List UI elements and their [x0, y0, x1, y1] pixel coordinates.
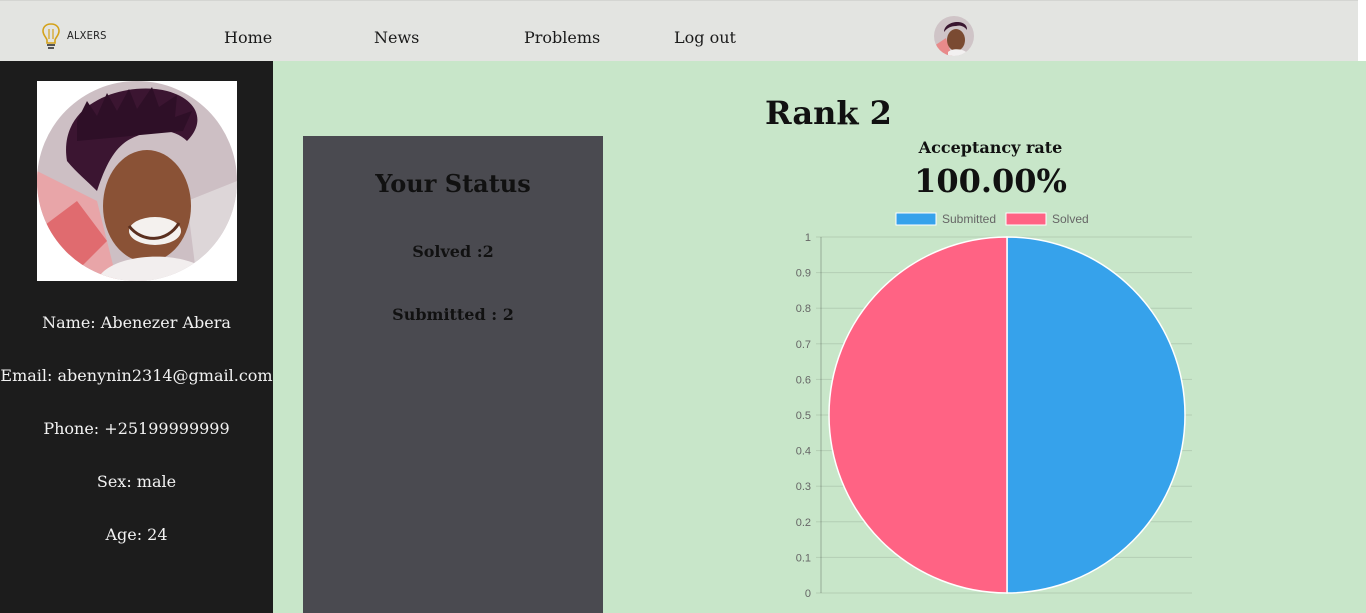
main-content: Rank 2 Your Status Solved :2 Submitted :…	[273, 61, 1366, 613]
pie-slice-submitted	[1006, 236, 1186, 594]
acceptancy-pie-chart: 1 0.9 0.8 0.7 0.6 0.5 0.4 0.3 0.2 0.1 0 Submitted So…	[796, 212, 1192, 600]
y-tick-label: 0.6	[796, 374, 811, 386]
nav-home-link[interactable]: Home	[224, 28, 272, 47]
legend-label-submitted: Submitted	[942, 212, 996, 226]
user-avatar[interactable]	[934, 16, 974, 56]
y-tick-label: 0.5	[796, 410, 811, 422]
y-tick-label: 0.8	[796, 303, 811, 315]
profile-sex: Sex: male	[96, 472, 177, 491]
profile-name: Name: Abenezer Abera	[42, 313, 231, 332]
y-tick-label: 0.7	[796, 339, 811, 351]
profile-email: Email: abenynin2314@gmail.com	[0, 366, 273, 385]
rank-title: Rank 2	[765, 94, 892, 132]
y-tick-label: 0.4	[796, 446, 811, 458]
legend-swatch-solved	[1005, 212, 1047, 226]
y-tick-label: 0.9	[796, 268, 811, 280]
profile-sidebar: Name: Abenezer Abera Email: abenynin2314…	[0, 61, 273, 613]
nav-news-link[interactable]: News	[374, 28, 419, 47]
pie-slice-solved	[828, 236, 1008, 594]
chart-title: Acceptancy rate	[918, 138, 1063, 157]
nav-problems-link[interactable]: Problems	[524, 28, 600, 47]
top-navbar: ALXERS Home News Problems Log out	[0, 0, 1358, 61]
profile-photo-image	[37, 81, 237, 281]
profile-age: Age: 24	[105, 525, 168, 544]
legend-swatch-submitted	[895, 212, 937, 226]
nav-logout-link[interactable]: Log out	[674, 28, 736, 47]
status-title: Your Status	[375, 169, 531, 198]
site-logo[interactable]: ALXERS	[42, 23, 122, 53]
y-tick-label: 1	[805, 232, 811, 244]
logo-text: ALXERS	[67, 29, 107, 42]
profile-photo	[37, 81, 237, 281]
y-tick-label: 0	[805, 588, 811, 600]
y-tick-label: 0.2	[796, 517, 811, 529]
profile-phone: Phone: +25199999999	[43, 419, 230, 438]
lightbulb-icon	[42, 23, 60, 49]
y-tick-label: 0.3	[796, 481, 811, 493]
acceptancy-rate-value: 100.00%	[914, 162, 1067, 200]
legend-label-solved: Solved	[1052, 212, 1089, 226]
y-tick-label: 0.1	[796, 552, 811, 564]
avatar-image	[934, 16, 974, 56]
